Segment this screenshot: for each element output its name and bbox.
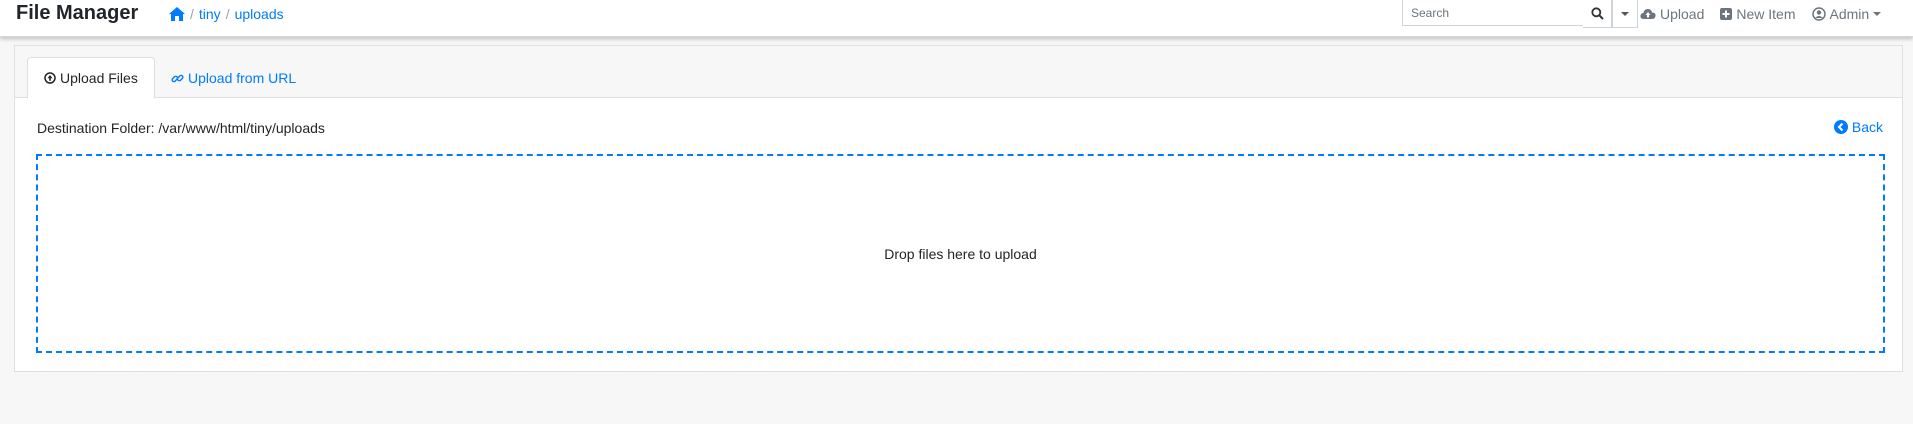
upload-link[interactable]: Upload [1640, 6, 1704, 22]
breadcrumb-separator: / [225, 6, 230, 22]
search-input[interactable] [1402, 0, 1583, 26]
tab-upload-files[interactable]: Upload Files [27, 57, 155, 99]
tab-label: Upload from URL [188, 70, 297, 86]
back-button[interactable]: Back [1833, 119, 1883, 135]
search-icon [1590, 7, 1604, 20]
app-title[interactable]: File Manager [16, 1, 138, 25]
home-icon[interactable] [169, 7, 185, 21]
file-dropzone[interactable]: Drop files here to upload [36, 154, 1885, 353]
new-item-label: New Item [1736, 6, 1796, 22]
plus-square-icon [1720, 8, 1733, 20]
back-label: Back [1851, 119, 1883, 135]
breadcrumb-separator: / [190, 6, 194, 22]
breadcrumb-item-tiny[interactable]: tiny [199, 5, 221, 23]
chevron-circle-left-icon [1833, 120, 1848, 134]
link-icon [171, 74, 184, 82]
caret-down-icon [1621, 11, 1629, 16]
search-group [1402, 0, 1638, 28]
top-navbar: File Manager / tiny / uploads Search Upl… [0, 0, 1913, 37]
user-circle-icon [1811, 7, 1826, 21]
upload-card: Upload Files Upload from URL Destination… [14, 45, 1903, 372]
new-item-link[interactable]: New Item [1720, 6, 1796, 22]
admin-menu[interactable]: Admin [1811, 6, 1882, 22]
admin-label: Admin [1829, 6, 1870, 22]
dropzone-message: Drop files here to upload [884, 245, 1037, 262]
nav-links: Upload New Item Admin [1640, 4, 1897, 24]
search-button[interactable] [1583, 0, 1612, 28]
cloud-upload-icon [1640, 9, 1656, 19]
breadcrumb-item-uploads[interactable]: uploads [235, 5, 284, 23]
upload-label: Upload [1660, 6, 1705, 22]
breadcrumb: / tiny / uploads [169, 5, 284, 23]
search-options-dropdown[interactable] [1612, 0, 1638, 28]
arrow-circle-up-icon [44, 72, 56, 84]
tab-upload-from-url[interactable]: Upload from URL [155, 57, 312, 99]
caret-down-icon [1873, 12, 1882, 16]
destination-folder: Destination Folder: /var/www/html/tiny/u… [37, 120, 325, 136]
tab-label: Upload Files [60, 70, 138, 86]
card-header: Upload Files Upload from URL [15, 46, 1902, 99]
